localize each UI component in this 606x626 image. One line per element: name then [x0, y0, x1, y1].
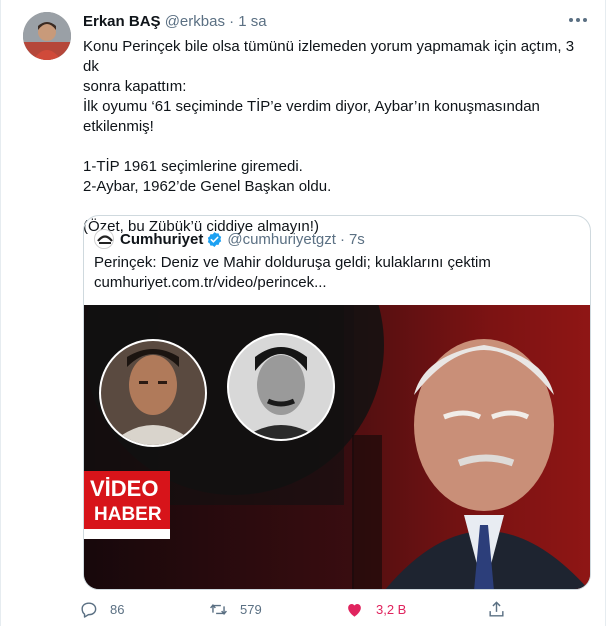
retweet-icon — [210, 604, 227, 615]
tweet-actions: 86 579 3,2 B — [79, 600, 599, 622]
tweet-text: Konu Perinçek bile olsa tümünü izlemeden… — [83, 37, 593, 237]
heart-icon — [348, 603, 361, 617]
more-options-icon[interactable] — [567, 12, 589, 28]
quoted-text-line: Perinçek: Deniz ve Mahir dolduruşa geldi… — [94, 254, 491, 271]
verified-badge-icon — [208, 231, 222, 247]
video-thumbnail-image: VİDEO HABER — [84, 305, 590, 589]
tweet-line: İlk oyumu ‘61 seçiminde TİP’e verdim diy… — [83, 98, 540, 115]
quoted-tweet-time: 7s — [348, 230, 365, 248]
tweet-header: Erkan BAŞ @erkbas · 1 sa — [83, 13, 267, 30]
tweet[interactable]: Erkan BAŞ @erkbas · 1 sa Konu Perinçek b… — [0, 0, 606, 626]
video-thumbnail[interactable]: VİDEO HABER — [84, 305, 590, 589]
author-handle[interactable]: @erkbas — [165, 13, 225, 30]
reply-count: 86 — [110, 602, 125, 617]
retweet-button[interactable]: 579 — [209, 600, 262, 619]
tweet-line: etkilenmiş! — [83, 118, 154, 135]
reply-icon — [81, 602, 97, 618]
quoted-tweet-text: Perinçek: Deniz ve Mahir dolduruşa geldi… — [94, 253, 582, 293]
like-count: 3,2 B — [376, 602, 407, 617]
reply-button[interactable]: 86 — [79, 600, 124, 619]
like-button[interactable]: 3,2 B — [345, 600, 406, 619]
tweet-line — [83, 197, 593, 217]
tweet-line: Konu Perinçek bile olsa tümünü izlemeden… — [83, 38, 575, 75]
author-avatar[interactable] — [23, 12, 71, 60]
quoted-tweet[interactable]: Cumhuriyet @cumhuriyetgzt · 7s Perinçek:… — [83, 215, 591, 590]
share-icon — [489, 601, 504, 617]
separator-dot: · — [229, 13, 235, 30]
quoted-author-handle: @cumhuriyetgzt — [227, 230, 336, 248]
quoted-link[interactable]: cumhuriyet.com.tr/video/perincek... — [94, 273, 582, 293]
tweet-line — [83, 137, 593, 157]
video-badge-line2: HABER — [94, 504, 162, 525]
retweet-count: 579 — [240, 602, 262, 617]
video-badge-line1: VİDEO — [90, 476, 158, 501]
quoted-tweet-header: Cumhuriyet @cumhuriyetgzt · 7s — [94, 229, 365, 249]
tweet-line: 1-TİP 1961 seçimlerine giremedi. — [83, 158, 303, 175]
tweet-line: sonra kapattım: — [83, 78, 187, 95]
author-name[interactable]: Erkan BAŞ — [83, 13, 161, 30]
tweet-time[interactable]: 1 sa — [238, 13, 266, 30]
quoted-author-avatar — [94, 229, 114, 249]
separator-dot: · — [339, 230, 345, 248]
share-button[interactable] — [487, 600, 506, 619]
tweet-line: 2-Aybar, 1962’de Genel Başkan oldu. — [83, 178, 332, 195]
quoted-author-name: Cumhuriyet — [120, 230, 204, 248]
